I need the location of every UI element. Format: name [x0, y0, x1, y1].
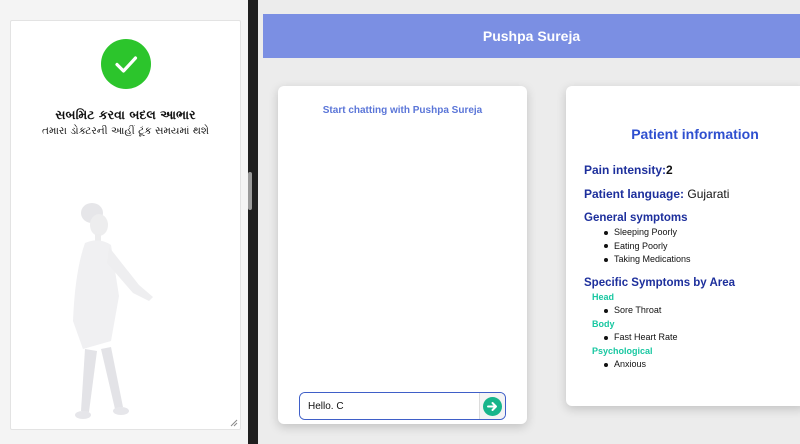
- psychological-symptoms-list: Anxious: [604, 358, 646, 372]
- list-item: Eating Poorly: [604, 240, 691, 254]
- chat-heading: Start chatting with Pushpa Sureja: [322, 105, 483, 116]
- thank-you-subtitle: તમારા ડોક્ટરની આહીં ટૂંક સમયમાં થશે: [41, 125, 209, 137]
- patient-info-title: Patient information: [631, 126, 759, 142]
- chat-panel: Start chatting with Pushpa Sureja: [278, 86, 527, 424]
- general-symptoms-list: Sleeping Poorly Eating Poorly Taking Med…: [604, 226, 691, 267]
- split-divider-handle[interactable]: [248, 172, 252, 210]
- patient-language-label: Patient language:: [584, 187, 685, 201]
- patient-language-row: Patient language: Gujarati: [584, 187, 729, 201]
- header-title: Pushpa Sureja: [482, 28, 581, 44]
- area-title-body: Body: [592, 319, 615, 329]
- pain-intensity-value: 2: [666, 163, 673, 177]
- check-circle-icon: [101, 39, 151, 89]
- doctor-app: Pushpa Sureja Start chatting with Pushpa…: [258, 0, 800, 444]
- area-title-head: Head: [592, 292, 615, 302]
- list-item: Anxious: [604, 358, 646, 372]
- head-symptoms-list: Sore Throat: [604, 304, 661, 318]
- mobile-thank-you-panel: સબમિટ કરવા બદલ આભાર તમારા ડોક્ટરની આહીં …: [10, 20, 241, 430]
- list-item: Fast Heart Rate: [604, 331, 678, 345]
- patient-language-value: Gujarati: [687, 187, 730, 201]
- specific-symptoms-title: Specific Symptoms by Area: [584, 277, 736, 289]
- list-item: Sleeping Poorly: [604, 226, 691, 240]
- body-symptoms-list: Fast Heart Rate: [604, 331, 678, 345]
- split-divider[interactable]: [248, 0, 258, 444]
- general-symptoms-title: General symptoms: [584, 212, 688, 224]
- chat-input-container: [299, 392, 506, 420]
- area-title-psychological: Psychological: [592, 346, 653, 356]
- chat-message-input[interactable]: [300, 393, 479, 419]
- resize-grip-icon[interactable]: [230, 419, 238, 427]
- mobile-preview-frame: સબમિટ કરવા બદલ આભાર તમારા ડોક્ટરની આહીં …: [0, 0, 248, 444]
- patient-info-panel: Patient information Pain intensity:2 Pat…: [566, 86, 800, 406]
- app-header: Pushpa Sureja: [263, 14, 800, 58]
- list-item: Sore Throat: [604, 304, 661, 318]
- arrow-right-icon: [483, 396, 502, 416]
- pain-intensity-row: Pain intensity:2: [584, 163, 673, 177]
- send-button[interactable]: [479, 393, 505, 419]
- thank-you-title: સબમિટ કરવા બદલ આભાર: [55, 107, 196, 122]
- list-item: Taking Medications: [604, 253, 691, 267]
- doctor-illustration: [73, 203, 153, 419]
- pain-intensity-label: Pain intensity:: [584, 163, 667, 177]
